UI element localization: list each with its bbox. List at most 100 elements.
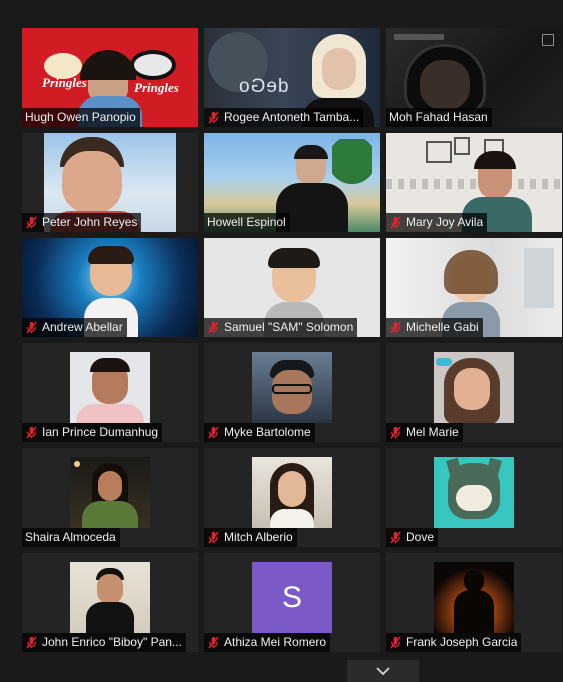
microphone-muted-icon <box>390 636 401 649</box>
participant-tile[interactable]: Frank Joseph Garcia <box>386 553 562 652</box>
participant-label: Mitch Alberio <box>204 528 297 547</box>
participant-label: Moh Fahad Hasan <box>386 108 492 127</box>
participant-tile[interactable]: Howell Espinol <box>204 133 380 232</box>
participant-tile[interactable]: Shaira Almoceda <box>22 448 198 547</box>
participant-name: Rogee Antoneth Tamba... <box>224 110 360 124</box>
pringles-text-right: Pringles <box>134 80 179 95</box>
microphone-muted-icon <box>208 531 219 544</box>
string-light <box>74 461 80 467</box>
participant-tile[interactable]: Dove <box>386 448 562 547</box>
participant-video <box>252 457 332 528</box>
participant-tile[interactable]: Moh Fahad Hasan <box>386 28 562 127</box>
person-face <box>62 151 122 213</box>
window <box>524 248 554 308</box>
person-hair <box>90 358 130 372</box>
participant-name: Mitch Alberio <box>224 530 293 544</box>
participant-name: Michelle Gabi <box>406 320 479 334</box>
participant-label: Andrew Abellar <box>22 318 127 337</box>
microphone-muted-icon <box>390 531 401 544</box>
scroll-down-button[interactable] <box>347 660 419 682</box>
microphone-muted-icon <box>26 321 37 334</box>
person-shirt <box>82 501 138 528</box>
participant-video <box>252 352 332 423</box>
participant-label: Rogee Antoneth Tamba... <box>204 108 364 127</box>
person-face <box>278 471 306 507</box>
participant-tile[interactable]: S Athiza Mei Romero <box>204 553 380 652</box>
memoji-hair <box>444 250 498 294</box>
microphone-muted-icon <box>390 216 401 229</box>
silhouette-body <box>454 590 494 633</box>
wall-frame <box>454 137 470 155</box>
participant-video <box>70 562 150 633</box>
participant-label: Frank Joseph Garcia <box>386 633 522 652</box>
participant-name: John Enrico "Biboy" Pan... <box>42 635 182 649</box>
participant-name: Samuel "SAM" Solomon <box>224 320 354 334</box>
dog-avatar-ear <box>446 457 462 477</box>
participant-name: Howell Espinol <box>207 215 286 229</box>
glasses <box>272 384 312 394</box>
participant-video <box>70 352 150 423</box>
participant-tile[interactable]: Ian Prince Dumanhug <box>22 343 198 442</box>
participant-name: Myke Bartolome <box>224 425 311 439</box>
person-face <box>322 48 356 90</box>
participant-tile[interactable]: Mel Marie <box>386 343 562 442</box>
participant-name: Andrew Abellar <box>42 320 123 334</box>
microphone-muted-icon <box>26 636 37 649</box>
participant-name: Dove <box>406 530 435 544</box>
participant-label: Dove <box>386 528 439 547</box>
participant-name: Peter John Reyes <box>42 215 138 229</box>
participant-tile[interactable]: Andrew Abellar <box>22 238 198 337</box>
screen-window-icon <box>542 34 554 46</box>
person-face <box>98 471 122 501</box>
participant-name: Mel Marie <box>406 425 459 439</box>
person-hair <box>474 151 516 169</box>
hair-clip <box>436 358 452 366</box>
participant-video <box>434 562 514 633</box>
person-face <box>420 60 470 110</box>
participant-label: Peter John Reyes <box>22 213 142 232</box>
participant-tile[interactable]: Pringles Pringles Hugh Owen Panopio <box>22 28 198 127</box>
microphone-muted-icon <box>390 426 401 439</box>
dog-avatar-ear <box>486 457 502 477</box>
participant-video <box>70 457 150 528</box>
participant-tile[interactable]: deGo Rogee Antoneth Tamba... <box>204 28 380 127</box>
participant-tile[interactable]: Samuel "SAM" Solomon <box>204 238 380 337</box>
participant-video <box>434 457 514 528</box>
participant-label: Michelle Gabi <box>386 318 483 337</box>
person-hair <box>80 50 136 80</box>
participant-label: Shaira Almoceda <box>22 528 120 547</box>
participant-tile[interactable]: Mary Joy Avila <box>386 133 562 232</box>
participant-initial-avatar: S <box>252 562 332 633</box>
microphone-muted-icon <box>208 111 219 124</box>
participant-name: Mary Joy Avila <box>406 215 484 229</box>
microphone-muted-icon <box>208 636 219 649</box>
memoji-hair <box>268 248 320 268</box>
person-face <box>97 574 123 604</box>
participant-name: Hugh Owen Panopio <box>25 110 136 124</box>
participant-label: Myke Bartolome <box>204 423 315 442</box>
participant-tile[interactable]: Myke Bartolome <box>204 343 380 442</box>
video-grid: Pringles Pringles Hugh Owen Panopio deGo… <box>0 0 563 682</box>
wall-pattern <box>386 179 562 189</box>
participant-label: John Enrico "Biboy" Pan... <box>22 633 186 652</box>
participant-label: Ian Prince Dumanhug <box>22 423 163 442</box>
participant-tile[interactable]: Mitch Alberio <box>204 448 380 547</box>
microphone-muted-icon <box>26 216 37 229</box>
memoji-hair <box>88 246 134 264</box>
person-face <box>454 368 490 410</box>
dog-avatar-muzzle <box>456 485 492 511</box>
microphone-muted-icon <box>390 321 401 334</box>
participant-tile[interactable]: John Enrico "Biboy" Pan... <box>22 553 198 652</box>
participant-tile[interactable]: Michelle Gabi <box>386 238 562 337</box>
person-hair <box>294 145 328 159</box>
participant-label: Mary Joy Avila <box>386 213 488 232</box>
participant-name: Shaira Almoceda <box>25 530 116 544</box>
chevron-down-icon <box>376 667 390 676</box>
participant-label: Mel Marie <box>386 423 463 442</box>
microphone-muted-icon <box>208 321 219 334</box>
mirrored-code-text: deGo <box>238 76 289 97</box>
microphone-muted-icon <box>208 426 219 439</box>
person-shirt <box>270 509 314 528</box>
participant-tile[interactable]: Peter John Reyes <box>22 133 198 232</box>
pringles-logo-right <box>130 50 176 80</box>
